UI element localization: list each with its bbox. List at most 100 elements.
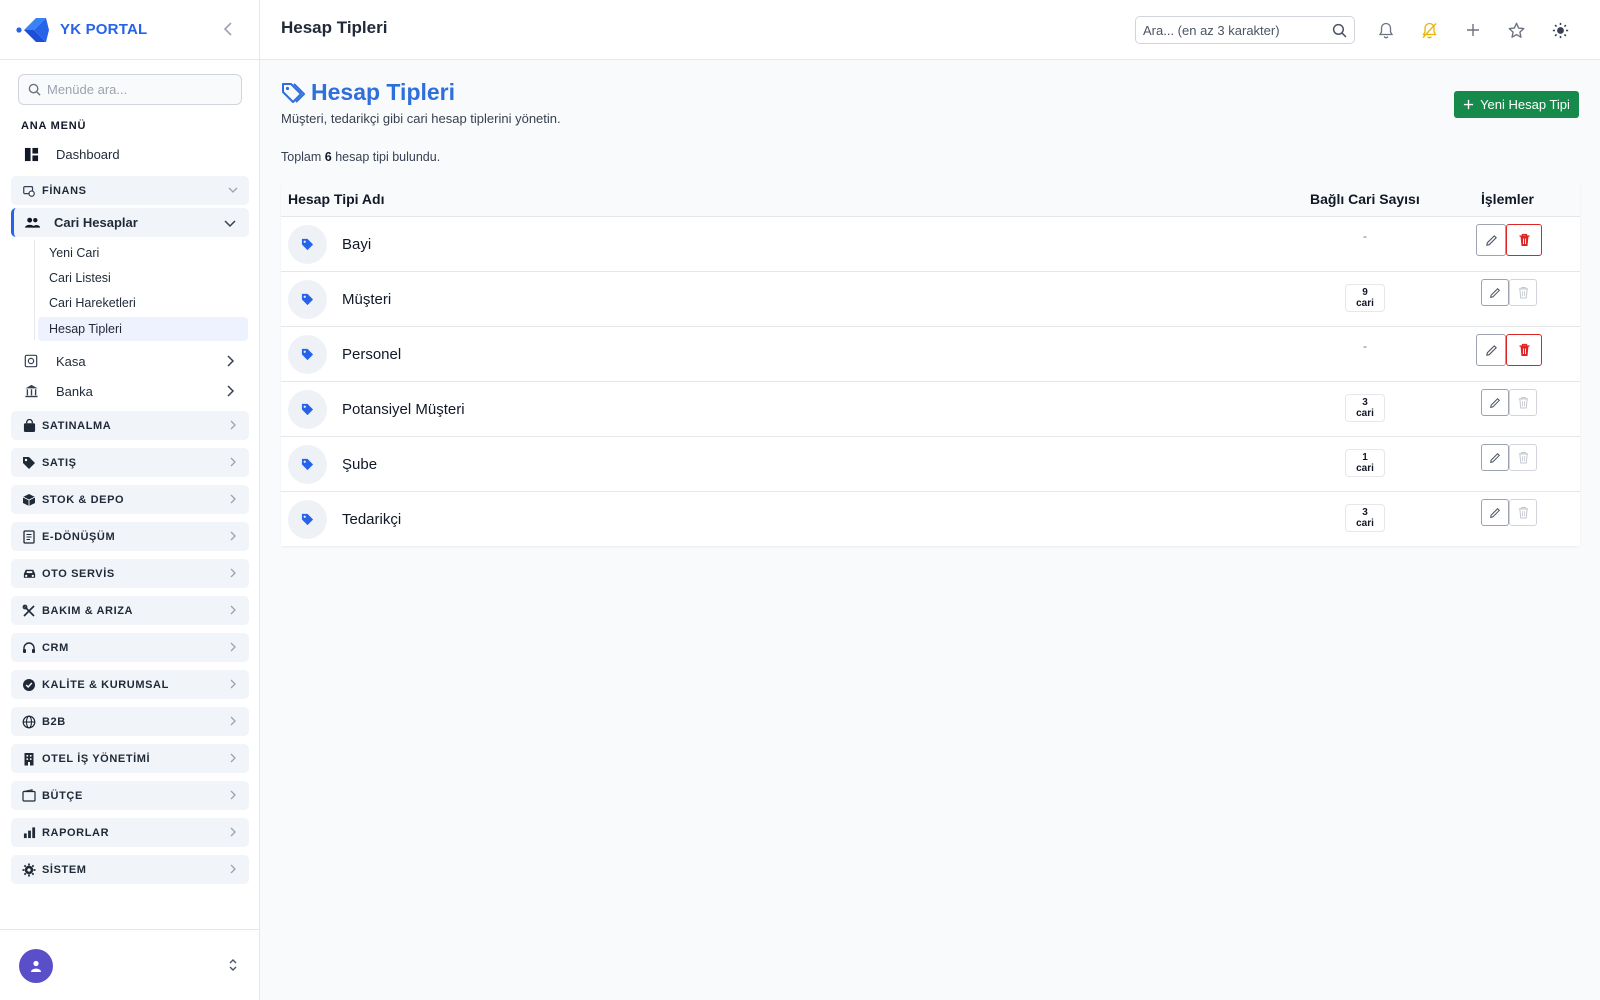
sidebar-group-b2b[interactable]: B2B — [11, 707, 249, 736]
menu-search — [18, 74, 242, 105]
trash-icon — [1518, 286, 1528, 299]
edit-button[interactable] — [1481, 444, 1509, 471]
box-icon — [21, 492, 37, 508]
sidebar-group-label: E-DÖNÜŞÜM — [42, 530, 116, 543]
sidebar-group-raporlar[interactable]: RAPORLAR — [11, 818, 249, 847]
sidebar-group-satis[interactable]: SATIŞ — [11, 448, 249, 477]
new-button-label: Yeni Hesap Tipi — [1480, 97, 1570, 112]
brand-logo[interactable]: YK PORTAL — [16, 14, 147, 46]
sidebar-group-label: OTEL İŞ YÖNETİMİ — [42, 752, 151, 765]
sidebar-group-kalite-kurumsal[interactable]: KALİTE & KURUMSAL — [11, 670, 249, 699]
edit-button[interactable] — [1476, 334, 1506, 366]
sidebar-item-label: Dashboard — [56, 146, 120, 162]
edit-button[interactable] — [1481, 499, 1509, 526]
sidebar-group-otel[interactable]: OTEL İŞ YÖNETİMİ — [11, 744, 249, 773]
certificate-icon — [21, 677, 37, 693]
edit-button[interactable] — [1481, 389, 1509, 416]
brand-name: YK PORTAL — [60, 21, 148, 38]
sidebar-group-label: FİNANS — [42, 184, 87, 197]
document-icon — [21, 529, 37, 545]
pencil-icon — [1485, 234, 1497, 246]
table-row: Tedarikçi 3 cari — [281, 491, 1580, 546]
chevron-right-icon — [230, 827, 236, 837]
menu-search-input[interactable] — [47, 82, 227, 97]
users-icon — [24, 215, 40, 231]
trash-icon — [1519, 343, 1529, 356]
sidebar-item-label: Banka — [56, 383, 93, 399]
sidebar-group-e-donusum[interactable]: E-DÖNÜŞÜM — [11, 522, 249, 551]
section-title: ANA MENÜ — [21, 120, 87, 132]
plus-icon[interactable] — [1462, 19, 1484, 41]
chevron-right-icon — [230, 420, 236, 430]
topbar: Hesap Tipleri — [260, 0, 1600, 60]
global-search — [1135, 16, 1355, 44]
sidebar-group-stok-depo[interactable]: STOK & DEPO — [11, 485, 249, 514]
sidebar-group-sistem[interactable]: SİSTEM — [11, 855, 249, 884]
sidebar-group-butce[interactable]: BÜTÇE — [11, 781, 249, 810]
row-name: Müşteri — [342, 291, 392, 308]
sidebar-subitem-cari-hareketleri[interactable]: Cari Hareketleri — [38, 291, 248, 315]
sidebar-subitem-hesap-tipleri[interactable]: Hesap Tipleri — [38, 317, 248, 341]
table-header: Hesap Tipi Adı Bağlı Cari Sayısı İşlemle… — [281, 182, 1580, 216]
table-row: Şube 1 cari — [281, 436, 1580, 491]
table-row: Personel - — [281, 326, 1580, 381]
edit-button[interactable] — [1481, 279, 1509, 306]
bell-off-icon[interactable] — [1418, 19, 1440, 41]
sidebar-item-dashboard[interactable]: Dashboard — [11, 143, 249, 165]
bell-icon[interactable] — [1375, 19, 1397, 41]
chevron-right-icon — [230, 457, 236, 467]
sidebar-group-label: BAKIM & ARIZA — [42, 604, 134, 617]
tag-icon — [288, 335, 327, 374]
delete-button[interactable] — [1506, 224, 1542, 256]
sidebar-collapse-icon[interactable] — [219, 20, 237, 38]
chevron-updown-icon[interactable] — [228, 958, 238, 972]
sidebar-item-cari-hesaplar[interactable]: Cari Hesaplar — [11, 208, 249, 237]
table-row: Müşteri 9 cari — [281, 271, 1580, 326]
sidebar-group-label: SATIŞ — [42, 456, 77, 469]
row-name: Tedarikçi — [342, 511, 402, 528]
sidebar-group-label: STOK & DEPO — [42, 493, 125, 506]
page-subtitle: Müşteri, tedarikçi gibi cari hesap tiple… — [281, 111, 561, 126]
chevron-right-icon — [227, 355, 235, 367]
sidebar-group-finans[interactable]: FİNANS — [11, 176, 249, 205]
sidebar-subitem-cari-listesi[interactable]: Cari Listesi — [38, 266, 248, 290]
delete-button-disabled — [1509, 279, 1537, 306]
sidebar-group-label: CRM — [42, 641, 69, 654]
row-name: Potansiyel Müşteri — [342, 401, 465, 418]
count-suffix: hesap tipi bulundu. — [335, 150, 441, 164]
sidebar: YK PORTAL ANA MENÜ Dashboard FİNANS Cari… — [0, 0, 260, 1000]
tag-icon — [288, 225, 327, 264]
global-search-input[interactable] — [1143, 22, 1323, 38]
sidebar-item-banka[interactable]: Banka — [11, 378, 249, 404]
car-icon — [21, 566, 37, 582]
sun-icon[interactable] — [1549, 19, 1571, 41]
sidebar-group-satinalma[interactable]: SATINALMA — [11, 411, 249, 440]
row-name: Bayi — [342, 236, 372, 253]
pencil-icon — [1490, 452, 1501, 463]
sidebar-group-label: RAPORLAR — [42, 826, 110, 839]
sidebar-group-label: SATINALMA — [42, 419, 112, 432]
user-icon — [31, 960, 41, 972]
column-header-name: Hesap Tipi Adı — [288, 191, 385, 207]
row-name: Personel — [342, 346, 402, 363]
avatar[interactable] — [19, 949, 53, 983]
row-count: 3 cari — [1345, 394, 1385, 422]
column-header-count: Bağlı Cari Sayısı — [1310, 191, 1420, 207]
chart-icon — [21, 825, 37, 841]
edit-button[interactable] — [1476, 224, 1506, 256]
search-icon — [28, 83, 41, 96]
logo-icon — [16, 17, 49, 42]
star-icon[interactable] — [1505, 19, 1527, 41]
trash-icon — [1519, 233, 1529, 246]
count-value: 6 — [324, 150, 332, 164]
sidebar-group-oto-servis[interactable]: OTO SERVİS — [11, 559, 249, 588]
sidebar-group-bakim-ariza[interactable]: BAKIM & ARIZA — [11, 596, 249, 625]
sidebar-item-kasa[interactable]: Kasa — [11, 348, 249, 374]
new-account-type-button[interactable]: Yeni Hesap Tipi — [1454, 91, 1579, 118]
pencil-icon — [1490, 287, 1501, 298]
delete-button[interactable] — [1506, 334, 1542, 366]
search-icon[interactable] — [1332, 23, 1347, 38]
sidebar-subitem-yeni-cari[interactable]: Yeni Cari — [38, 241, 248, 265]
pencil-icon — [1485, 344, 1497, 356]
sidebar-group-crm[interactable]: CRM — [11, 633, 249, 662]
